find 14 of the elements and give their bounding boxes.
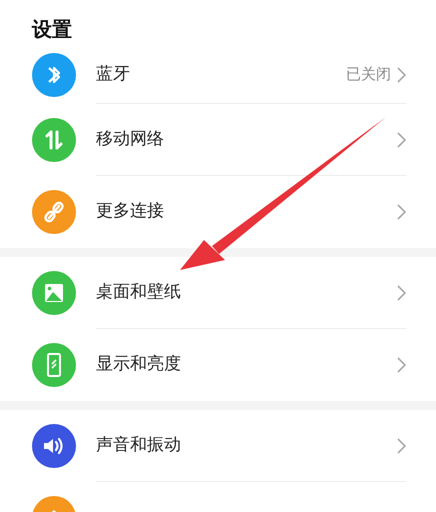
setting-label: 显示和亮度	[96, 353, 182, 376]
setting-label: 桌面和壁纸	[96, 280, 182, 304]
setting-value: 已关闭	[346, 64, 391, 86]
chevron-icon	[397, 357, 406, 373]
setting-label: 声音和振动	[96, 434, 182, 457]
chevron-icon	[397, 438, 406, 454]
setting-label: 蓝牙	[96, 62, 131, 86]
chevron-icon	[397, 132, 406, 148]
setting-label: 更多连接	[96, 200, 165, 224]
chevron-icon	[397, 204, 406, 220]
setting-label: 移动网络	[96, 128, 165, 151]
chevron-icon	[397, 284, 406, 300]
chevron-icon	[397, 66, 406, 82]
page-title: 设置	[32, 17, 72, 41]
